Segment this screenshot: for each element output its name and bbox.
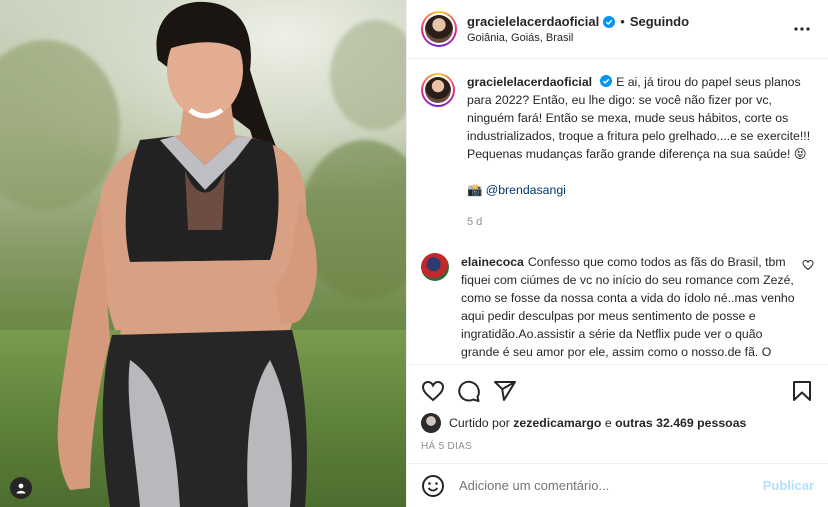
header-line: gracielelacerdaoficial • Seguindo [467,14,790,29]
post-photo[interactable] [0,0,406,507]
likes-prefix: Curtido por [449,416,510,430]
post-location[interactable]: Goiânia, Goiás, Brasil [467,32,790,44]
posted-time[interactable]: HÁ 5 DIAS [421,441,814,463]
likes-middle: e [604,416,612,430]
caption-body: gracielelacerdaoficial E ai, já tirou do … [467,73,814,231]
heart-icon[interactable] [421,379,445,403]
caption: gracielelacerdaoficial E ai, já tirou do … [421,73,814,231]
post-actions: Curtido por zezedicamargo e outras 32.46… [407,364,828,463]
user-tag-icon[interactable] [10,477,32,499]
camera-emoji: 📸 [467,183,483,197]
comment-text: Confesso que como todos as fãs do Brasil… [461,255,795,364]
caption-avatar[interactable] [421,73,455,107]
woman-figure [57,1,317,507]
liker-username[interactable]: zezedicamargo [513,416,601,430]
emoji-icon[interactable] [421,474,445,498]
verified-badge-icon [600,75,613,87]
commenter-username[interactable]: elainecoca [461,255,524,269]
share-icon[interactable] [493,379,517,403]
save-icon[interactable] [790,379,814,403]
publish-button[interactable]: Publicar [763,478,814,493]
post-side-panel: gracielelacerdaoficial • Seguindo Goiâni… [406,0,828,507]
liker-avatar[interactable] [421,413,441,433]
mention-link[interactable]: @brendasangi [486,183,566,197]
comment-input[interactable] [459,478,763,493]
likes-line: Curtido por zezedicamargo e outras 32.46… [421,411,814,435]
action-icons [421,371,814,411]
following-button[interactable]: Seguindo [630,14,689,29]
header-text: gracielelacerdaoficial • Seguindo Goiâni… [467,14,790,44]
header-separator: • [620,14,625,29]
more-options-icon[interactable] [790,17,814,41]
comments-area[interactable]: gracielelacerdaoficial E ai, já tirou do … [407,59,828,364]
post-modal: gracielelacerdaoficial • Seguindo Goiâni… [0,0,828,507]
comment-like-icon[interactable] [802,259,814,271]
author-avatar[interactable] [421,11,457,47]
comment-item: elainecoca Confesso que como todos as fãs… [421,253,814,364]
comment-body: elainecoca Confesso que como todos as fãs… [461,253,796,364]
caption-credit: 📸 @brendasangi [467,181,814,199]
commenter-avatar[interactable] [421,253,449,281]
post-header: gracielelacerdaoficial • Seguindo Goiâni… [407,0,828,59]
verified-badge-icon [603,15,616,28]
comment-icon[interactable] [457,379,481,403]
caption-time[interactable]: 5 d [467,213,814,231]
caption-username[interactable]: gracielelacerdaoficial [467,75,592,89]
add-comment-bar: Publicar [407,463,828,507]
author-username[interactable]: gracielelacerdaoficial [467,14,599,29]
likes-count[interactable]: outras 32.469 pessoas [615,416,746,430]
